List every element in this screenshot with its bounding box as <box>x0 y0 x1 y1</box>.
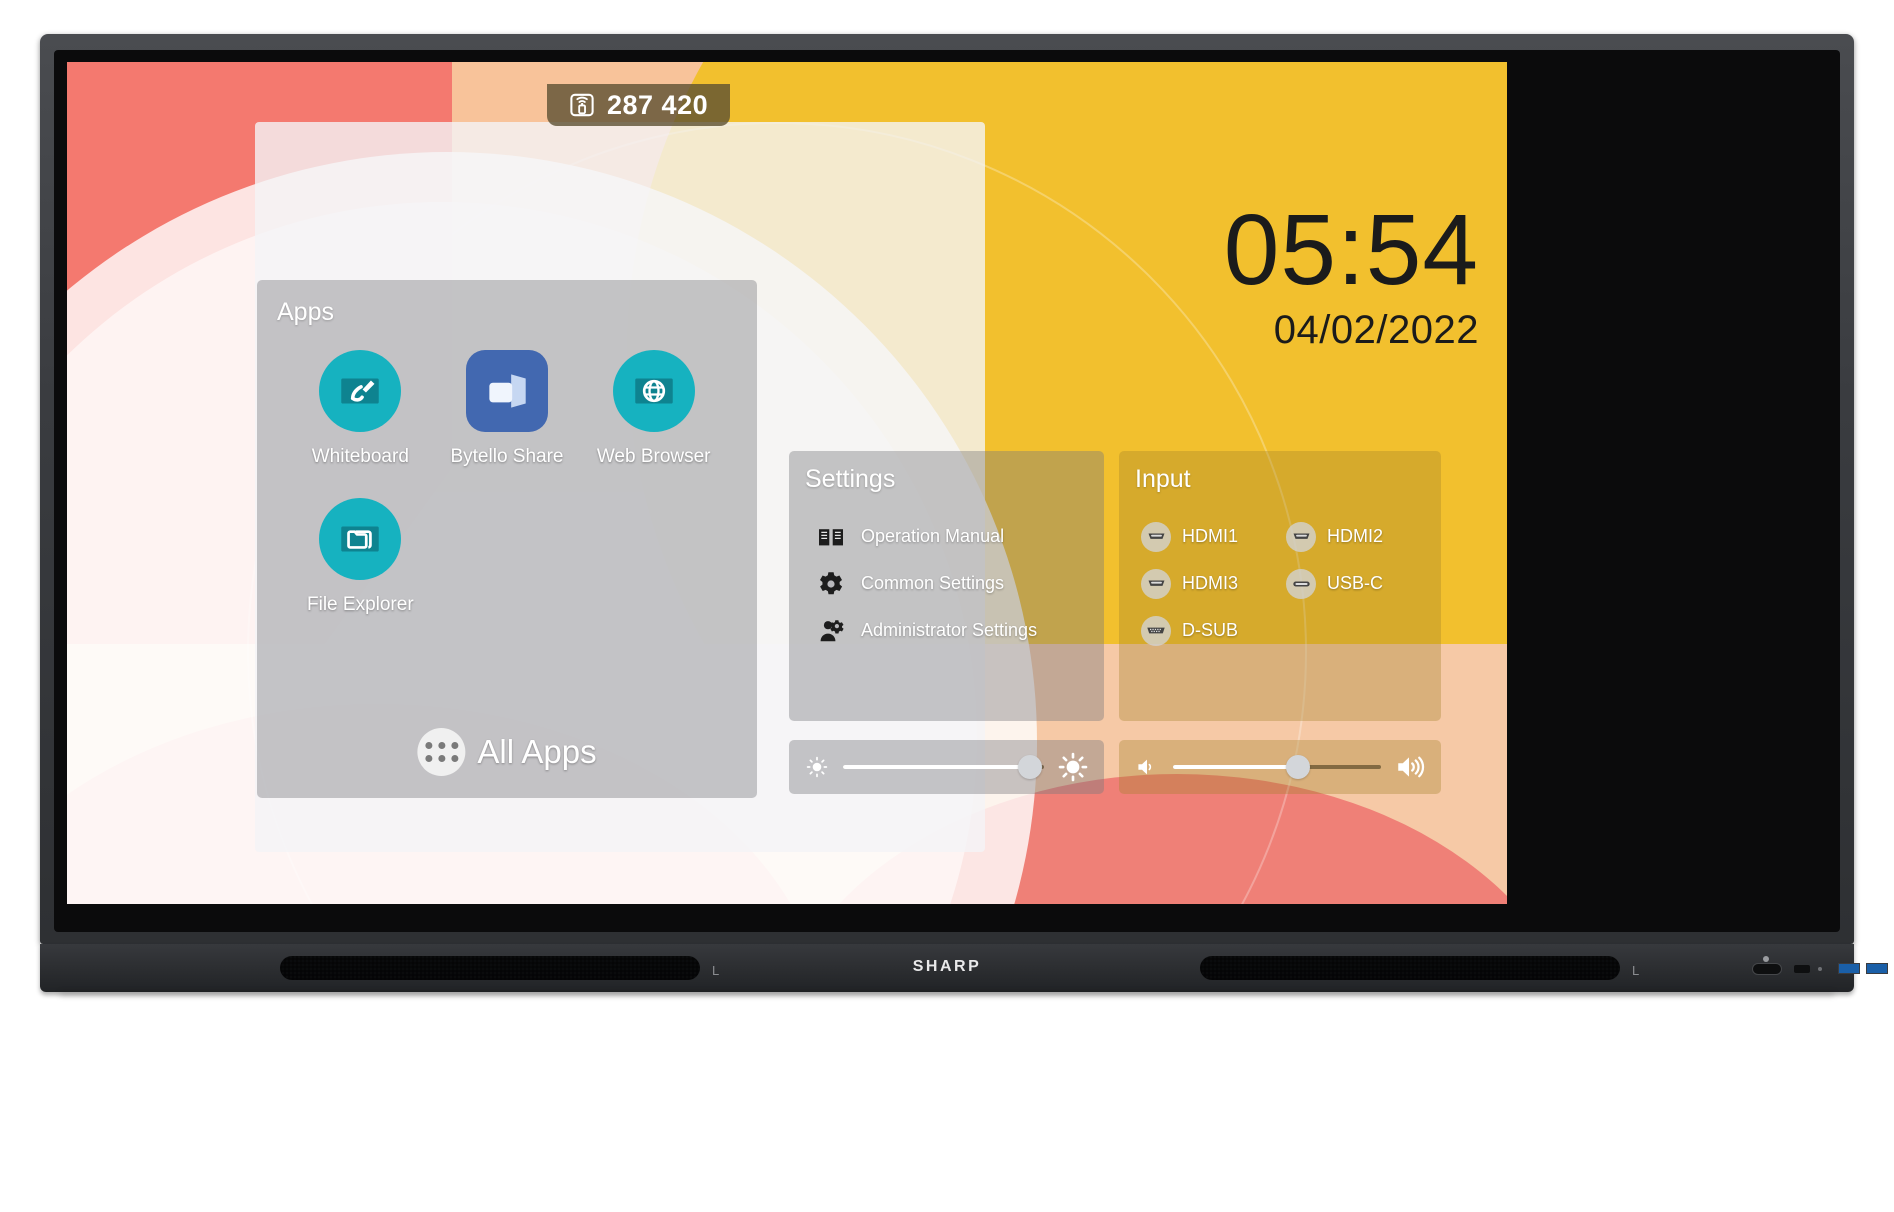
usb-c-port[interactable] <box>1752 963 1782 975</box>
settings-panel: Settings Operation Manual Common Setting… <box>789 451 1104 721</box>
volume-low-icon <box>1135 755 1159 779</box>
apps-grid-icon <box>417 728 466 776</box>
settings-item-label: Administrator Settings <box>861 620 1038 640</box>
admin-gear-icon <box>817 617 845 645</box>
bytello-share-icon <box>465 350 548 432</box>
brightness-slider-knob[interactable] <box>1017 755 1042 779</box>
settings-item-label: Operation Manual <box>861 526 1005 546</box>
display-device: 287 420 05:54 04/02/2022 Apps Whiteboard… <box>40 34 1854 944</box>
input-source-usb-c[interactable]: USB-C <box>1286 560 1431 607</box>
settings-item-administrator-settings[interactable]: Administrator Settings <box>817 607 1094 654</box>
app-tile-web-browser[interactable]: Web Browser <box>580 350 727 468</box>
volume-slider-fill <box>1173 765 1298 769</box>
input-source-label: D-SUB <box>1182 620 1239 640</box>
web-browser-icon <box>612 350 695 432</box>
brightness-slider-track[interactable] <box>843 755 1044 779</box>
dsub-port-icon <box>1141 615 1171 646</box>
settings-item-label: Common Settings <box>861 573 1005 593</box>
settings-panel-title: Settings <box>805 465 896 493</box>
input-panel-title: Input <box>1135 465 1191 493</box>
input-source-label: HDMI3 <box>1182 573 1239 593</box>
input-source-grid: HDMI1 HDMI2 HDMI3 USB-C D-SUB <box>1141 513 1431 654</box>
brightness-slider-fill <box>843 765 1030 769</box>
hdmi-port-icon <box>1141 521 1171 552</box>
input-panel: Input HDMI1 HDMI2 HDMI3 USB-C D-SUB <box>1119 451 1441 721</box>
app-tile-file-explorer[interactable]: File Explorer <box>287 498 434 616</box>
settings-list: Operation Manual Common Settings Adminis… <box>817 513 1094 654</box>
ir-sensor <box>1818 967 1822 971</box>
settings-item-operation-manual[interactable]: Operation Manual <box>817 513 1094 560</box>
hdmi-port-icon <box>1141 568 1171 599</box>
speaker-mark-right: L <box>1632 963 1640 978</box>
speaker-grille-right <box>1200 956 1620 980</box>
book-icon <box>817 523 845 551</box>
input-source-hdmi3[interactable]: HDMI3 <box>1141 560 1286 607</box>
hdmi-port-icon <box>1286 521 1316 552</box>
clock-date: 04/02/2022 <box>1273 308 1479 352</box>
settings-item-common-settings[interactable]: Common Settings <box>817 560 1094 607</box>
input-source-label: USB-C <box>1327 573 1384 593</box>
file-explorer-icon <box>319 498 402 580</box>
app-tile-bytello-share[interactable]: Bytello Share <box>434 350 581 468</box>
input-source-label: HDMI2 <box>1327 526 1384 546</box>
usb-a-port[interactable] <box>1866 963 1888 974</box>
apps-panel: Apps Whiteboard Bytello Share Web Browse… <box>257 280 757 798</box>
app-tile-whiteboard[interactable]: Whiteboard <box>287 350 434 468</box>
input-source-label: HDMI1 <box>1182 526 1239 546</box>
input-source-d-sub[interactable]: D-SUB <box>1141 607 1286 654</box>
brand-logo: SHARP <box>912 958 982 975</box>
clock-time: 05:54 <box>1223 194 1479 306</box>
screen: 287 420 05:54 04/02/2022 Apps Whiteboard… <box>67 62 1507 904</box>
service-port[interactable] <box>1794 965 1810 973</box>
clock-widget: 05:54 04/02/2022 <box>1223 194 1479 353</box>
app-label: Whiteboard <box>311 446 409 467</box>
speaker-mark-left: L <box>712 963 720 978</box>
volume-slider-track[interactable] <box>1173 755 1381 779</box>
all-apps-button[interactable]: All Apps <box>417 728 597 776</box>
whiteboard-icon <box>319 350 402 432</box>
input-source-hdmi1[interactable]: HDMI1 <box>1141 513 1286 560</box>
power-led <box>1763 956 1769 962</box>
speaker-grille-left <box>280 956 700 980</box>
app-label: Web Browser <box>596 446 711 467</box>
all-apps-label: All Apps <box>477 733 597 770</box>
input-source-hdmi2[interactable]: HDMI2 <box>1286 513 1431 560</box>
app-label: File Explorer <box>307 594 414 615</box>
volume-high-icon <box>1395 752 1425 782</box>
gear-icon <box>817 570 845 598</box>
device-bottom-bezel: L L SHARP <box>40 944 1888 992</box>
cast-code-text: 287 420 <box>607 89 709 120</box>
usb-a-port[interactable] <box>1838 963 1860 974</box>
volume-slider-knob[interactable] <box>1285 755 1310 779</box>
usbc-port-icon <box>1286 568 1316 599</box>
brightness-low-icon <box>805 755 829 779</box>
cast-code-badge[interactable]: 287 420 <box>547 84 731 126</box>
device-shadow <box>60 992 1834 996</box>
apps-grid: Whiteboard Bytello Share Web Browser Fil… <box>287 350 727 616</box>
brightness-slider-panel <box>789 740 1104 794</box>
brightness-high-icon <box>1058 752 1088 782</box>
screen-cast-icon <box>569 92 595 118</box>
apps-panel-title: Apps <box>277 298 334 326</box>
volume-slider-panel <box>1119 740 1441 794</box>
app-label: Bytello Share <box>450 446 564 467</box>
